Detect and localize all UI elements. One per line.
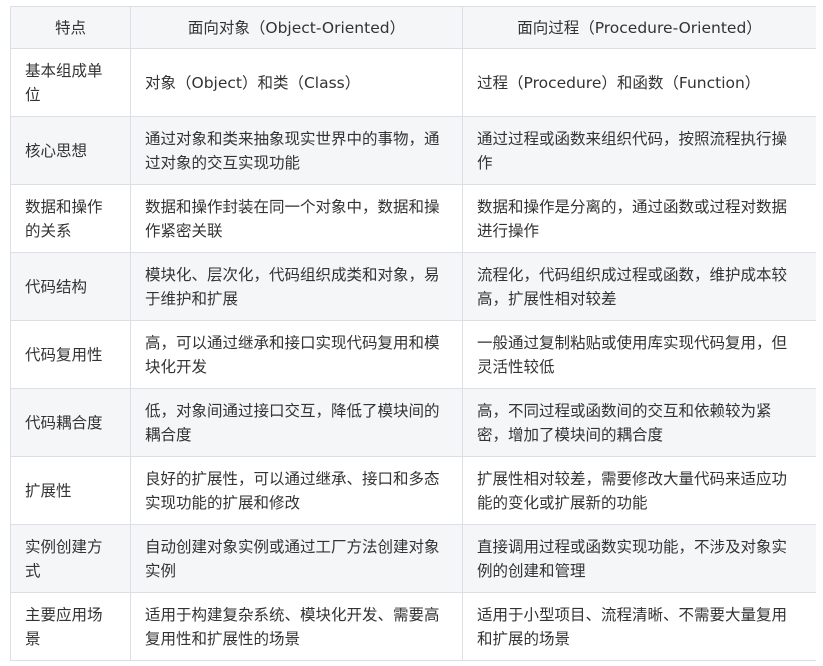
- row-oo-cell: 低，对象间通过接口交互，降低了模块间的耦合度: [130, 388, 463, 457]
- table-row: 实例创建方式 自动创建对象实例或通过工厂方法创建对象实例 直接调用过程或函数实现…: [10, 524, 816, 593]
- row-feature-cell: 代码复用性: [10, 320, 131, 389]
- table-header-row: 特点 面向对象（Object-Oriented） 面向过程（Procedure-…: [10, 6, 816, 49]
- row-feature-cell: 核心思想: [10, 116, 131, 185]
- comparison-table: 特点 面向对象（Object-Oriented） 面向过程（Procedure-…: [10, 6, 816, 661]
- row-feature-cell: 基本组成单位: [10, 48, 131, 117]
- row-oo-cell: 高，可以通过继承和接口实现代码复用和模块化开发: [130, 320, 463, 389]
- table-row: 代码耦合度 低，对象间通过接口交互，降低了模块间的耦合度 高，不同过程或函数间的…: [10, 388, 816, 457]
- header-procedure-oriented: 面向过程（Procedure-Oriented）: [462, 6, 816, 49]
- row-feature-cell: 实例创建方式: [10, 524, 131, 593]
- row-po-cell: 通过过程或函数来组织代码，按照流程执行操作: [462, 116, 816, 185]
- row-feature-cell: 主要应用场景: [10, 592, 131, 661]
- table-row: 核心思想 通过对象和类来抽象现实世界中的事物，通过对象的交互实现功能 通过过程或…: [10, 116, 816, 185]
- row-po-cell: 扩展性相对较差，需要修改大量代码来适应功能的变化或扩展新的功能: [462, 456, 816, 525]
- row-po-cell: 一般通过复制粘贴或使用库实现代码复用，但灵活性较低: [462, 320, 816, 389]
- table-row: 基本组成单位 对象（Object）和类（Class） 过程（Procedure）…: [10, 48, 816, 117]
- row-po-cell: 高，不同过程或函数间的交互和依赖较为紧密，增加了模块间的耦合度: [462, 388, 816, 457]
- row-oo-cell: 适用于构建复杂系统、模块化开发、需要高复用性和扩展性的场景: [130, 592, 463, 661]
- row-oo-cell: 通过对象和类来抽象现实世界中的事物，通过对象的交互实现功能: [130, 116, 463, 185]
- table-row: 主要应用场景 适用于构建复杂系统、模块化开发、需要高复用性和扩展性的场景 适用于…: [10, 592, 816, 661]
- row-oo-cell: 自动创建对象实例或通过工厂方法创建对象实例: [130, 524, 463, 593]
- row-po-cell: 数据和操作是分离的，通过函数或过程对数据进行操作: [462, 184, 816, 253]
- row-po-cell: 过程（Procedure）和函数（Function）: [462, 48, 816, 117]
- row-po-cell: 流程化，代码组织成过程或函数，维护成本较高，扩展性相对较差: [462, 252, 816, 321]
- row-oo-cell: 对象（Object）和类（Class）: [130, 48, 463, 117]
- table-row: 数据和操作的关系 数据和操作封装在同一个对象中，数据和操作紧密关联 数据和操作是…: [10, 184, 816, 253]
- header-object-oriented: 面向对象（Object-Oriented）: [130, 6, 463, 49]
- row-po-cell: 直接调用过程或函数实现功能，不涉及对象实例的创建和管理: [462, 524, 816, 593]
- row-feature-cell: 代码耦合度: [10, 388, 131, 457]
- row-po-cell: 适用于小型项目、流程清晰、不需要大量复用和扩展的场景: [462, 592, 816, 661]
- table-row: 代码结构 模块化、层次化，代码组织成类和对象，易于维护和扩展 流程化，代码组织成…: [10, 252, 816, 321]
- table-row: 代码复用性 高，可以通过继承和接口实现代码复用和模块化开发 一般通过复制粘贴或使…: [10, 320, 816, 389]
- row-feature-cell: 扩展性: [10, 456, 131, 525]
- row-feature-cell: 代码结构: [10, 252, 131, 321]
- table-row: 扩展性 良好的扩展性，可以通过继承、接口和多态实现功能的扩展和修改 扩展性相对较…: [10, 456, 816, 525]
- header-feature: 特点: [10, 6, 131, 49]
- comparison-table-container: 特点 面向对象（Object-Oriented） 面向过程（Procedure-…: [10, 6, 816, 666]
- row-oo-cell: 数据和操作封装在同一个对象中，数据和操作紧密关联: [130, 184, 463, 253]
- row-oo-cell: 模块化、层次化，代码组织成类和对象，易于维护和扩展: [130, 252, 463, 321]
- row-feature-cell: 数据和操作的关系: [10, 184, 131, 253]
- row-oo-cell: 良好的扩展性，可以通过继承、接口和多态实现功能的扩展和修改: [130, 456, 463, 525]
